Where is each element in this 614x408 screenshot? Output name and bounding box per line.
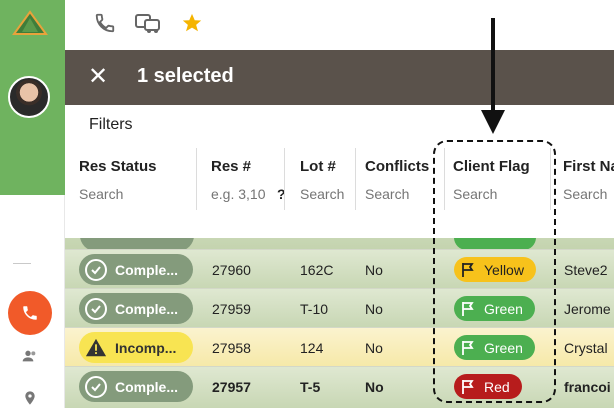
- column-res-status: Res Status: [65, 148, 205, 238]
- phone-icon: [23, 306, 37, 320]
- status-label: Comple...: [115, 378, 179, 395]
- column-first-name: First Na: [549, 148, 614, 238]
- sidebar-divider: [13, 263, 31, 264]
- vehicles-icon[interactable]: [135, 10, 161, 36]
- column-lot-number: Lot #: [286, 148, 356, 238]
- highlight-annotation: [433, 140, 556, 403]
- column-divider: [284, 148, 285, 210]
- status-badge[interactable]: Incomp...: [79, 332, 193, 363]
- column-title[interactable]: Res #: [211, 158, 251, 175]
- column-title[interactable]: First Na: [563, 158, 614, 175]
- lot-number: 124: [300, 339, 324, 356]
- top-toolbar: [65, 0, 614, 50]
- column-title[interactable]: Res Status: [79, 158, 157, 175]
- selection-count: 1 selected: [137, 65, 234, 87]
- check-icon: [85, 297, 107, 320]
- status-badge[interactable]: Comple...: [79, 371, 193, 402]
- conflicts-search-input[interactable]: [365, 186, 427, 202]
- first-name: Crystal: [564, 339, 608, 356]
- status-badge[interactable]: Comple...: [79, 254, 193, 285]
- res-number: 27957: [212, 378, 251, 395]
- status-label: Comple...: [115, 300, 179, 317]
- lot-number: T-5: [300, 378, 321, 395]
- status-label: Incomp...: [115, 339, 177, 356]
- res-status-search-input[interactable]: [79, 186, 205, 202]
- res-number: 27958: [212, 339, 251, 356]
- check-icon: [85, 258, 107, 281]
- lot-number-search-input[interactable]: [300, 186, 352, 202]
- phone-icon[interactable]: [92, 10, 118, 36]
- res-number-search-input[interactable]: [211, 186, 279, 202]
- conflicts-value: No: [365, 261, 383, 278]
- user-avatar[interactable]: [8, 76, 50, 118]
- app-logo[interactable]: [12, 10, 48, 36]
- res-number: 27959: [212, 300, 251, 317]
- close-icon[interactable]: ✕: [87, 65, 109, 89]
- check-icon: [85, 375, 107, 398]
- res-number: 27960: [212, 261, 251, 278]
- column-title[interactable]: Conflicts: [365, 158, 429, 175]
- first-name: Jerome: [564, 300, 611, 317]
- conflicts-value: No: [365, 300, 383, 317]
- lot-number: 162C: [300, 261, 334, 278]
- star-icon[interactable]: [179, 10, 205, 36]
- selection-bar: ✕ 1 selected: [65, 50, 614, 105]
- column-title[interactable]: Lot #: [300, 158, 336, 175]
- column-res-number: Res # ?: [197, 148, 286, 238]
- status-label: Comple...: [115, 261, 179, 278]
- filters-label[interactable]: Filters: [89, 116, 133, 134]
- lot-number: T-10: [300, 300, 329, 317]
- conflicts-value: No: [365, 378, 384, 395]
- location-icon[interactable]: [20, 388, 40, 408]
- first-name: Steve2: [564, 261, 608, 278]
- arrow-annotation-icon: [481, 18, 505, 134]
- call-button[interactable]: [8, 291, 52, 335]
- column-conflicts: Conflicts: [351, 148, 445, 238]
- first-name: francoi: [564, 378, 611, 395]
- first-name-search-input[interactable]: [563, 186, 614, 202]
- warning-icon: [85, 338, 107, 356]
- status-badge[interactable]: Comple...: [79, 293, 193, 324]
- app-root: ✕ 1 selected Filters Res Status Res # ? …: [0, 0, 614, 408]
- contacts-icon[interactable]: [20, 346, 40, 366]
- conflicts-value: No: [365, 339, 383, 356]
